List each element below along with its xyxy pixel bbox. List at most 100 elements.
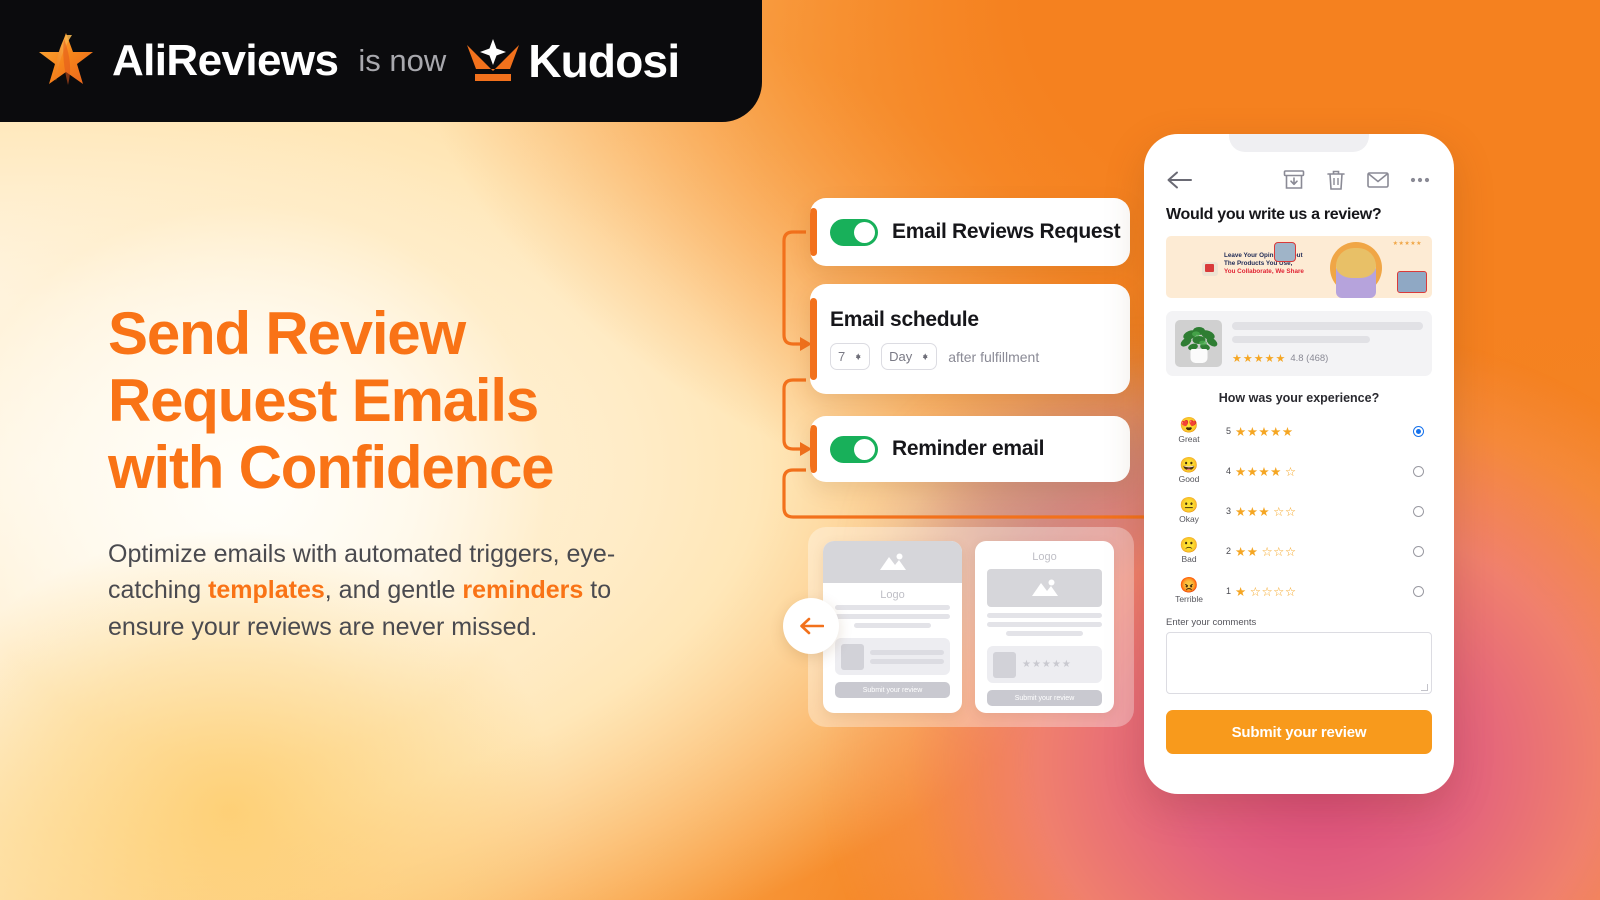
comments-textarea[interactable] — [1166, 632, 1432, 694]
rating-emoji-good: 😀 Good — [1166, 458, 1212, 484]
template-product-lines — [870, 649, 944, 664]
card-label-reminder-email: Reminder email — [892, 437, 1045, 460]
rating-stars-empty: ☆☆☆☆ — [1249, 584, 1297, 599]
card-label-email-reviews-request: Email Reviews Request — [892, 220, 1121, 243]
schedule-unit-select[interactable]: Day ▲ ▼ — [881, 343, 938, 370]
product-skeleton-line — [1232, 336, 1370, 343]
email-template-card[interactable]: Logo Submit your review — [823, 541, 962, 713]
rating-option-row[interactable]: 🙁 Bad 2 ★★ ☆☆☆ — [1166, 531, 1432, 571]
rating-option-row[interactable]: 😍 Great 5 ★★★★★ — [1166, 411, 1432, 451]
banner-photo-1 — [1274, 242, 1296, 262]
phone-mockup: Would you write us a review? Leave Your … — [1144, 134, 1454, 794]
archive-icon[interactable] — [1282, 168, 1306, 192]
schedule-amount-stepper[interactable]: 7 ▲ ▼ — [830, 343, 871, 370]
rating-label: Good — [1178, 474, 1200, 484]
email-template-card[interactable]: Logo ★★★★★ Submit your review — [975, 541, 1114, 713]
rating-radio-terrible[interactable] — [1413, 585, 1424, 597]
alireviews-star-icon — [39, 33, 93, 85]
template-product-row — [835, 638, 950, 675]
envelope-icon[interactable] — [1366, 168, 1390, 192]
template-logo-label: Logo — [880, 589, 905, 601]
email-schedule-body: Email schedule 7 ▲ ▼ Day ▲ ▼ after fulfill… — [810, 308, 1130, 370]
rating-radio-okay[interactable] — [1413, 505, 1424, 517]
rating-emoji-okay: 😐 Okay — [1166, 498, 1212, 524]
page-title: Send Review Request Emails with Confiden… — [108, 300, 555, 502]
plant-pot — [1190, 349, 1207, 363]
email-schedule-controls: 7 ▲ ▼ Day ▲ ▼ after fulfillment — [830, 343, 1130, 370]
card-email-schedule[interactable]: Email schedule 7 ▲ ▼ Day ▲ ▼ after fulfill… — [810, 284, 1130, 394]
rating-radio-great[interactable] — [1413, 425, 1424, 437]
rating-stars-empty: ☆☆☆ — [1261, 544, 1297, 559]
rating-option-row[interactable]: 😡 Terrible 1 ★ ☆☆☆☆ — [1166, 571, 1432, 611]
brand-connector-text: is now — [358, 43, 447, 78]
product-rating-stars: ★★★★★ — [1232, 353, 1287, 365]
template-product-thumb — [993, 651, 1016, 678]
submit-review-button[interactable]: Submit your review — [1166, 710, 1432, 754]
rating-stars-group: 2 ★★ ☆☆☆ — [1212, 544, 1413, 559]
rating-label: Great — [1178, 434, 1200, 444]
emoji-glyph: 😀 — [1179, 457, 1199, 474]
product-skeleton-line — [1232, 322, 1423, 330]
rating-label: Terrible — [1175, 594, 1203, 604]
rating-stars-group: 4 ★★★★ ☆ — [1212, 464, 1413, 479]
sub-text-2: , and gentle — [324, 576, 463, 605]
rating-emoji-great: 😍 Great — [1166, 418, 1212, 444]
product-details: ★★★★★ 4.8 (468) — [1232, 320, 1423, 365]
rating-scale: 😍 Great 5 ★★★★★ 😀 Good 4 ★★★★ ☆ 😐 Okay 3… — [1144, 405, 1454, 611]
rating-stars-filled: ★ — [1235, 584, 1247, 599]
trash-icon[interactable] — [1324, 168, 1348, 192]
stepper-arrows-icon[interactable]: ▲ ▼ — [921, 351, 929, 361]
template-submit-button[interactable]: Submit your review — [835, 682, 950, 698]
card-reminder-email[interactable]: Reminder email — [810, 416, 1130, 482]
card-accent-bar — [810, 208, 817, 256]
template-product-stars: ★★★★★ — [1022, 659, 1072, 670]
brand-name-alireviews: AliReviews — [112, 36, 339, 85]
toggle-email-reviews-request[interactable] — [830, 218, 878, 246]
more-horizontal-icon[interactable] — [1408, 168, 1432, 192]
comments-label: Enter your comments — [1166, 617, 1257, 628]
schedule-unit-value: Day — [889, 349, 913, 364]
stepper-arrows-icon[interactable]: ▲ ▼ — [854, 351, 862, 361]
email-template-showcase: Logo Submit your review Logo ★★★★★ Submi… — [808, 527, 1134, 727]
card-email-reviews-request[interactable]: Email Reviews Request — [810, 198, 1130, 266]
banner-photo-2 — [1397, 271, 1427, 293]
brand-badge: AliReviews is now Kudosi — [0, 0, 762, 122]
template-skeleton-line — [854, 623, 931, 628]
prev-template-button[interactable] — [783, 598, 839, 654]
rating-emoji-terrible: 😡 Terrible — [1166, 578, 1212, 604]
rating-stars-filled: ★★★★ — [1235, 464, 1282, 479]
rating-label: Bad — [1181, 554, 1197, 564]
template-skeleton-line — [1006, 631, 1083, 636]
rating-option-row[interactable]: 😀 Good 4 ★★★★ ☆ — [1166, 451, 1432, 491]
rating-option-row[interactable]: 😐 Okay 3 ★★★ ☆☆ — [1166, 491, 1432, 531]
template-hero-image — [823, 541, 962, 583]
image-placeholder-icon — [1031, 579, 1058, 596]
rating-stars-group: 1 ★ ☆☆☆☆ — [1212, 584, 1413, 599]
rating-radio-good[interactable] — [1413, 465, 1424, 477]
card-title-email-schedule: Email schedule — [830, 308, 979, 331]
rating-radio-bad[interactable] — [1413, 545, 1424, 557]
email-banner-image: Leave Your Opinion About The Products Yo… — [1166, 236, 1432, 298]
schedule-note: after fulfillment — [948, 348, 1040, 365]
rating-emoji-bad: 🙁 Bad — [1166, 538, 1212, 564]
template-skeleton-line — [987, 622, 1102, 627]
emoji-glyph: 😍 — [1179, 417, 1199, 434]
toggle-reminder-email[interactable] — [830, 435, 878, 463]
back-arrow-icon[interactable] — [1166, 171, 1192, 189]
hero-subtitle: Optimize emails with automated triggers,… — [108, 536, 648, 646]
rating-stars-filled: ★★★★★ — [1235, 424, 1294, 439]
experience-question: How was your experience? — [1218, 391, 1380, 405]
rating-stars-empty: ☆☆ — [1273, 504, 1297, 519]
template-skeleton-line — [835, 614, 950, 619]
product-rating: ★★★★★ 4.8 (468) — [1232, 352, 1423, 365]
rating-score: 1 — [1226, 586, 1232, 596]
schedule-amount-value: 7 — [838, 349, 846, 364]
template-submit-button[interactable]: Submit your review — [987, 690, 1102, 706]
image-placeholder-icon — [879, 553, 906, 570]
card-accent-bar — [810, 425, 817, 473]
rating-score: 2 — [1226, 546, 1232, 556]
brand-name-kudosi: Kudosi — [528, 35, 680, 87]
hero-copy: Send Review Request Emails with Confiden… — [108, 300, 728, 646]
kudosi-crown-icon — [467, 39, 520, 81]
rating-label: Okay — [1179, 514, 1199, 524]
